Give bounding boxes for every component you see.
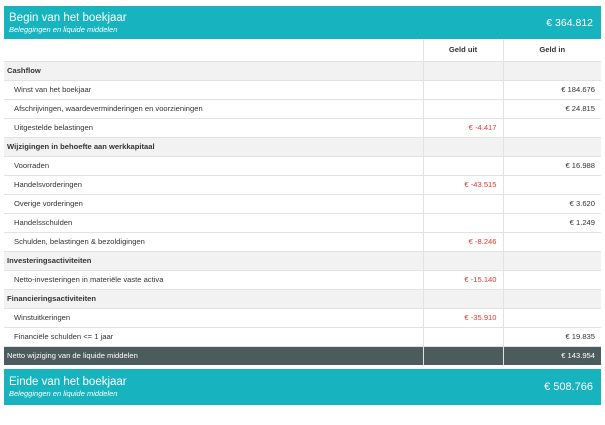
table-row: Financiële schulden <= 1 jaar € 19.835: [4, 327, 601, 347]
geld-in-cell: € 3.620: [502, 194, 601, 214]
row-label: Handelsschulden: [4, 213, 423, 233]
net-change-out: [422, 346, 503, 365]
geld-uit-cell: [422, 251, 503, 271]
geld-in-cell: [502, 308, 601, 328]
row-label: Voorraden: [4, 156, 423, 176]
net-change-label: Netto wijziging van de liquide middelen: [4, 346, 423, 365]
geld-uit-cell: € -8.246: [422, 232, 503, 252]
header-geld-in: Geld in: [502, 39, 601, 62]
section-row: Cashflow: [4, 61, 601, 81]
geld-uit-cell: [422, 327, 503, 347]
geld-uit-cell: [422, 156, 503, 176]
geld-in-cell: € 24.815: [502, 99, 601, 119]
geld-in-cell: € 1.249: [502, 213, 601, 233]
table-row: Overige vorderingen € 3.620: [4, 194, 601, 214]
geld-uit-cell: [422, 61, 503, 81]
section-label: Cashflow: [4, 61, 423, 81]
geld-in-cell: € 184.676: [502, 80, 601, 100]
row-label: Uitgestelde belastingen: [4, 118, 423, 138]
table-row: Schulden, belastingen & bezoldigingen € -…: [4, 232, 601, 252]
table-row: Afschrijvingen, waardeverminderingen en …: [4, 99, 601, 119]
begin-amount: € 364.812: [546, 16, 593, 29]
net-change-amount: € 143.954: [502, 346, 601, 365]
table-row: Voorraden € 16.988: [4, 156, 601, 176]
geld-uit-cell: € -43.515: [422, 175, 503, 195]
end-subtitle: Beleggingen en liquide middelen: [9, 389, 118, 398]
net-change-row: Netto wijziging van de liquide middelen …: [4, 346, 601, 365]
geld-uit-cell: € -4.417: [422, 118, 503, 138]
geld-uit-cell: € -35.910: [422, 308, 503, 328]
row-label: Overige vorderingen: [4, 194, 423, 214]
begin-subtitle: Beleggingen en liquide middelen: [9, 24, 118, 34]
geld-in-cell: € 16.988: [502, 156, 601, 176]
table-body: Cashflow Winst van het boekjaar € 184.676 A…: [4, 61, 601, 347]
row-label: Financiële schulden <= 1 jaar: [4, 327, 423, 347]
geld-uit-cell: [422, 80, 503, 100]
section-row: Investeringsactiviteiten: [4, 251, 601, 271]
table-header-row: Geld uit Geld in: [4, 39, 601, 62]
table-row: Handelsvorderingen € -43.515: [4, 175, 601, 195]
geld-uit-cell: [422, 213, 503, 233]
header-geld-uit: Geld uit: [422, 39, 503, 62]
row-label: Schulden, belastingen & bezoldigingen: [4, 232, 423, 252]
begin-banner: Begin van het boekjaar Beleggingen en li…: [4, 6, 601, 39]
section-row: Financieringsactiviteiten: [4, 289, 601, 309]
geld-in-cell: [502, 137, 601, 157]
table-row: Handelsschulden € 1.249: [4, 213, 601, 233]
table-row: Winstuitkeringen € -35.910: [4, 308, 601, 328]
geld-in-cell: [502, 270, 601, 290]
section-label: Wijzigingen in behoefte aan werkkapitaal: [4, 137, 423, 157]
end-banner: Einde van het boekjaar Beleggingen en li…: [4, 369, 601, 405]
row-label: Netto-investeringen in materiële vaste a…: [4, 270, 423, 290]
geld-in-cell: [502, 175, 601, 195]
begin-title: Begin van het boekjaar: [9, 11, 127, 24]
geld-uit-cell: [422, 289, 503, 309]
cashflow-panel: Begin van het boekjaar Beleggingen en li…: [4, 6, 601, 405]
table-row: Netto-investeringen in materiële vaste a…: [4, 270, 601, 290]
cashflow-table: Geld uit Geld in Cashflow Winst van het b…: [4, 39, 601, 365]
geld-in-cell: [502, 289, 601, 309]
geld-in-cell: € 19.835: [502, 327, 601, 347]
section-label: Investeringsactiviteiten: [4, 251, 423, 271]
geld-uit-cell: [422, 99, 503, 119]
geld-uit-cell: [422, 194, 503, 214]
geld-uit-cell: € -15.140: [422, 270, 503, 290]
geld-uit-cell: [422, 137, 503, 157]
end-amount: € 508.766: [544, 381, 593, 393]
section-label: Financieringsactiviteiten: [4, 289, 423, 309]
end-title: Einde van het boekjaar: [9, 376, 127, 388]
row-label: Afschrijvingen, waardeverminderingen en …: [4, 99, 423, 119]
section-row: Wijzigingen in behoefte aan werkkapitaal: [4, 137, 601, 157]
table-row: Uitgestelde belastingen € -4.417: [4, 118, 601, 138]
row-label: Winstuitkeringen: [4, 308, 423, 328]
row-label: Winst van het boekjaar: [4, 80, 423, 100]
header-label-column: [4, 39, 423, 62]
geld-in-cell: [502, 118, 601, 138]
geld-in-cell: [502, 61, 601, 81]
table-row: Winst van het boekjaar € 184.676: [4, 80, 601, 100]
row-label: Handelsvorderingen: [4, 175, 423, 195]
geld-in-cell: [502, 232, 601, 252]
geld-in-cell: [502, 251, 601, 271]
